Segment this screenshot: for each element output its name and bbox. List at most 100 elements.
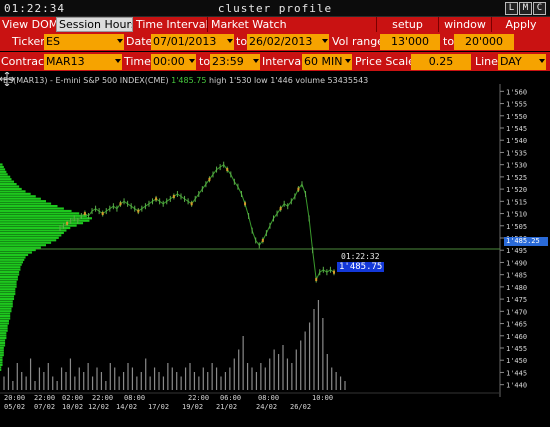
volume-bar (286, 358, 289, 390)
x-time-label: 08:00 (124, 394, 145, 402)
y-tick-label: 1'560 (506, 88, 527, 96)
profile-bar (0, 293, 16, 296)
contract-select[interactable]: MAR13 (44, 54, 122, 70)
profile-bar (0, 266, 21, 269)
move-cross-icon[interactable] (0, 72, 14, 86)
parameter-row-1: Ticker ES Date 07/01/2013 to 26/02/2013 … (0, 32, 550, 51)
volume-bar (131, 367, 134, 390)
volume-bar (60, 367, 63, 390)
volume-bar (246, 363, 249, 390)
apply-button[interactable]: Apply (491, 17, 550, 32)
profile-bar (0, 251, 32, 254)
tab-market-watch[interactable]: Market Watch (209, 17, 287, 32)
profile-bar (0, 192, 31, 195)
y-tick-label: 1'515 (506, 198, 527, 206)
volume-bar (300, 340, 302, 390)
x-time-label: 02:00 (62, 394, 83, 402)
profile-bar (0, 275, 18, 279)
time-from-value: 00:00 (153, 55, 185, 68)
volume-bar (83, 372, 85, 390)
date-from-value: 07/01/2013 (153, 35, 217, 48)
interval-select[interactable]: 60 MIN (302, 54, 352, 70)
price-scale-label: Price Scale (355, 55, 415, 68)
y-tick-label: 1'520 (506, 186, 527, 194)
volume-bar (233, 358, 235, 390)
profile-bar (0, 209, 72, 213)
volume-bar (202, 367, 204, 390)
price-candle-body (66, 221, 69, 225)
tab-session-hours[interactable]: Session Hours (56, 17, 133, 32)
instrument-name: ES(MAR13) - E-mini S&P 500 INDEX(CME) (3, 76, 169, 85)
profile-bar (0, 256, 26, 259)
date-to-field[interactable]: 26/02/2013 (247, 34, 329, 50)
volume-bar (176, 372, 178, 390)
profile-bar (0, 327, 8, 330)
profile-bar (0, 346, 4, 349)
tab-time-interval[interactable]: Time Interval (134, 17, 208, 32)
profile-bar (0, 319, 9, 323)
x-date-label: 26/02 (290, 403, 311, 411)
x-time-label: 06:00 (220, 394, 241, 402)
ticker-select[interactable]: ES (44, 34, 124, 50)
volume-bar (162, 376, 165, 390)
tab-view-dom[interactable]: View DOM (0, 17, 56, 32)
time-from-field[interactable]: 00:00 (151, 54, 196, 70)
profile-bar (0, 183, 17, 186)
setup-button[interactable]: setup (376, 17, 438, 32)
volume-bar (184, 367, 187, 390)
y-tick-label: 1'545 (506, 125, 527, 133)
profile-bar (0, 195, 36, 198)
profile-bar (0, 315, 11, 318)
profile-bar (0, 197, 41, 200)
profile-bar (0, 288, 16, 291)
price-candle-body (190, 202, 193, 206)
y-tick-label: 1'440 (506, 382, 527, 390)
volume-bar (339, 376, 342, 390)
window-button-m[interactable]: M (519, 2, 532, 15)
profile-bar (0, 271, 20, 274)
y-tick-label: 1'530 (506, 162, 527, 170)
profile-bar (0, 205, 58, 208)
x-date-label: 12/02 (88, 403, 109, 411)
volume-bar (149, 376, 151, 390)
profile-bar (0, 356, 3, 359)
y-tick-label: 1'540 (506, 137, 527, 145)
window-button-l[interactable]: L (505, 2, 518, 15)
profile-bar (0, 180, 15, 183)
profile-bar (0, 339, 6, 342)
last-price: 1'485.75 (171, 76, 207, 85)
price-candle-body (83, 212, 86, 216)
instrument-info: ES(MAR13) - E-mini S&P 500 INDEX(CME) 1'… (3, 76, 368, 85)
price-scale-field[interactable]: 0.25 (411, 54, 471, 70)
price-candle-body (279, 207, 282, 211)
vol-to-field[interactable]: 20'000 (454, 34, 514, 50)
profile-bar (0, 187, 22, 191)
x-date-label: 10/02 (62, 403, 83, 411)
y-tick-label: 1'465 (506, 321, 527, 329)
menu-bar: View DOM Session Hours Time Interval Mar… (0, 17, 550, 32)
time-to-field[interactable]: 23:59 (210, 54, 260, 70)
profile-bar (0, 283, 17, 286)
profile-bar (0, 300, 13, 303)
y-tick-label: 1'470 (506, 308, 527, 316)
profile-bar (0, 246, 41, 249)
profile-bar (0, 263, 22, 266)
profile-bar (0, 317, 11, 320)
cluster-profile-chart[interactable]: 1'560 1'555 1'550 1'545 1'540 1'535 1'530 1'525… (0, 72, 550, 427)
y-tick-label: 1'495 (506, 247, 527, 255)
volume-bar (127, 363, 129, 390)
x-time-label: 22:00 (188, 394, 209, 402)
volume-bar (21, 372, 23, 390)
volume-bar (313, 309, 315, 390)
chevron-down-icon (345, 59, 351, 63)
axis-price-marker: 1'485.25 (504, 237, 548, 246)
vol-from-field[interactable]: 13'000 (380, 34, 440, 50)
profile-bar (0, 173, 8, 176)
line-select[interactable]: DAY (498, 54, 546, 70)
ticker-label: Ticker (12, 35, 45, 48)
date-from-field[interactable]: 07/01/2013 (151, 34, 234, 50)
window-button-c[interactable]: C (533, 2, 546, 15)
window-button[interactable]: window (438, 17, 491, 32)
profile-bar (0, 239, 57, 242)
volume-bar (344, 381, 346, 390)
